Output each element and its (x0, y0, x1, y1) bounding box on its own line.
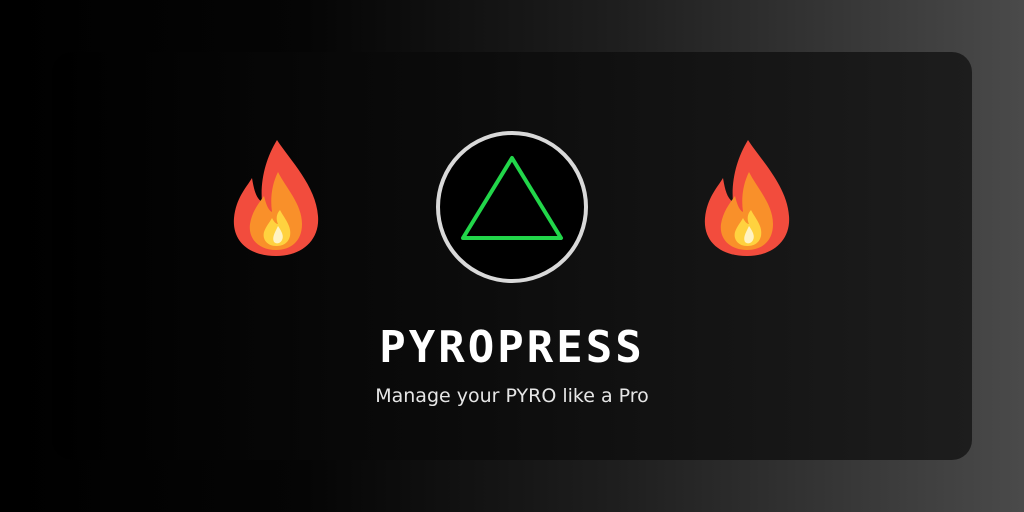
brand-tagline: Manage your PYRO like a Pro (375, 385, 649, 407)
brand-name: PYROPRESS (379, 322, 645, 373)
fire-icon (704, 140, 790, 256)
fire-icon (233, 140, 319, 256)
triangle-logo-icon (436, 131, 588, 283)
